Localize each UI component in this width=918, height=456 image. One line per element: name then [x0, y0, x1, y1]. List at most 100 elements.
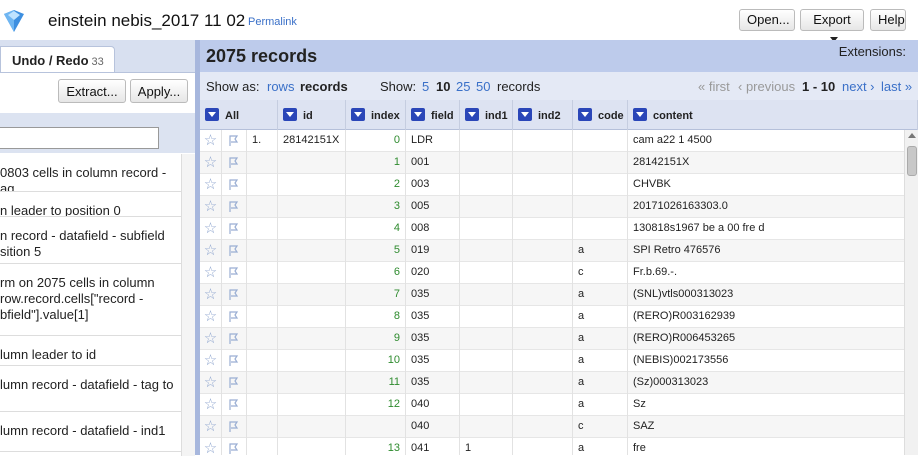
cell-index[interactable]: 6: [346, 262, 406, 284]
cell-index[interactable]: 10: [346, 350, 406, 372]
cell-index[interactable]: [346, 416, 406, 438]
cell-content[interactable]: SAZ: [628, 416, 904, 438]
history-item[interactable]: lumn record - datafield - tag to: [0, 366, 181, 412]
extract-button[interactable]: Extract...: [58, 79, 126, 103]
cell-field[interactable]: 005: [406, 196, 460, 218]
cell-id[interactable]: [278, 394, 346, 416]
grid-scrollbar[interactable]: [904, 130, 918, 455]
star-icon[interactable]: ☆: [200, 130, 222, 152]
star-icon[interactable]: ☆: [200, 372, 222, 394]
cell-code[interactable]: [573, 130, 628, 152]
cell-ind1[interactable]: [460, 416, 513, 438]
cell-ind1[interactable]: [460, 350, 513, 372]
star-icon[interactable]: ☆: [200, 438, 222, 455]
cell-content[interactable]: 130818s1967 be a 00 fre d: [628, 218, 904, 240]
cell-ind2[interactable]: [513, 218, 573, 240]
cell-content[interactable]: CHVBK: [628, 174, 904, 196]
cell-index[interactable]: 13: [346, 438, 406, 455]
star-icon[interactable]: ☆: [200, 240, 222, 262]
column-menu-dropdown-icon[interactable]: [578, 108, 592, 121]
column-header-index[interactable]: index: [346, 100, 406, 130]
star-icon[interactable]: ☆: [200, 218, 222, 240]
cell-content[interactable]: (RERO)R006453265: [628, 328, 904, 350]
column-header-ind2[interactable]: ind2: [513, 100, 573, 130]
cell-field[interactable]: 001: [406, 152, 460, 174]
mode-rows-link[interactable]: rows: [267, 79, 294, 94]
cell-ind1[interactable]: [460, 152, 513, 174]
cell-code[interactable]: a: [573, 350, 628, 372]
column-menu-dropdown-icon[interactable]: [633, 108, 647, 121]
cell-field[interactable]: LDR: [406, 130, 460, 152]
flag-icon[interactable]: [222, 196, 247, 218]
star-icon[interactable]: ☆: [200, 284, 222, 306]
cell-id[interactable]: [278, 328, 346, 350]
cell-id[interactable]: [278, 438, 346, 455]
cell-field[interactable]: 035: [406, 306, 460, 328]
cell-ind2[interactable]: [513, 262, 573, 284]
cell-field[interactable]: 003: [406, 174, 460, 196]
history-filter-input[interactable]: [0, 127, 159, 149]
star-icon[interactable]: ☆: [200, 328, 222, 350]
cell-code[interactable]: a: [573, 438, 628, 455]
cell-index[interactable]: 11: [346, 372, 406, 394]
cell-id[interactable]: [278, 350, 346, 372]
cell-code[interactable]: [573, 174, 628, 196]
cell-ind2[interactable]: [513, 196, 573, 218]
star-icon[interactable]: ☆: [200, 416, 222, 438]
cell-ind2[interactable]: [513, 328, 573, 350]
cell-content[interactable]: (Sz)000313023: [628, 372, 904, 394]
cell-id[interactable]: [278, 306, 346, 328]
cell-ind1[interactable]: [460, 372, 513, 394]
history-item[interactable]: n leader to position 0: [0, 192, 181, 217]
cell-code[interactable]: [573, 218, 628, 240]
cell-ind1[interactable]: [460, 240, 513, 262]
cell-ind2[interactable]: [513, 152, 573, 174]
cell-ind1[interactable]: [460, 262, 513, 284]
cell-ind2[interactable]: [513, 350, 573, 372]
column-header-field[interactable]: field: [406, 100, 460, 130]
cell-ind1[interactable]: [460, 130, 513, 152]
star-icon[interactable]: ☆: [200, 394, 222, 416]
cell-ind2[interactable]: [513, 416, 573, 438]
flag-icon[interactable]: [222, 262, 247, 284]
flag-icon[interactable]: [222, 438, 247, 455]
cell-index[interactable]: 3: [346, 196, 406, 218]
cell-index[interactable]: 9: [346, 328, 406, 350]
cell-content[interactable]: (RERO)R003162939: [628, 306, 904, 328]
column-menu-dropdown-icon[interactable]: [518, 108, 532, 121]
column-header-all[interactable]: All: [200, 100, 278, 130]
cell-code[interactable]: a: [573, 284, 628, 306]
cell-index[interactable]: 1: [346, 152, 406, 174]
star-icon[interactable]: ☆: [200, 152, 222, 174]
page-size-5[interactable]: 5: [422, 79, 429, 94]
cell-field[interactable]: 035: [406, 284, 460, 306]
pager-next[interactable]: next ›: [842, 79, 875, 94]
page-size-50[interactable]: 50: [476, 79, 490, 94]
cell-content[interactable]: 20171026163303.0: [628, 196, 904, 218]
cell-code[interactable]: a: [573, 306, 628, 328]
star-icon[interactable]: ☆: [200, 306, 222, 328]
scroll-up-arrow-icon[interactable]: [908, 133, 916, 138]
cell-ind1[interactable]: [460, 394, 513, 416]
cell-index[interactable]: 7: [346, 284, 406, 306]
cell-id[interactable]: [278, 174, 346, 196]
apply-button[interactable]: Apply...: [130, 79, 188, 103]
cell-id[interactable]: [278, 152, 346, 174]
cell-field[interactable]: 040: [406, 416, 460, 438]
cell-index[interactable]: 12: [346, 394, 406, 416]
history-item[interactable]: rm on 2075 cells in column row.record.ce…: [0, 264, 181, 336]
cell-field[interactable]: 035: [406, 328, 460, 350]
cell-content[interactable]: Sz: [628, 394, 904, 416]
page-size-25[interactable]: 25: [456, 79, 470, 94]
flag-icon[interactable]: [222, 218, 247, 240]
column-header-code[interactable]: code: [573, 100, 628, 130]
flag-icon[interactable]: [222, 350, 247, 372]
tab-undo-redo[interactable]: Undo / Redo 33: [0, 46, 115, 72]
column-menu-dropdown-icon[interactable]: [465, 108, 479, 121]
export-button[interactable]: Export: [800, 9, 864, 42]
cell-content[interactable]: 28142151X: [628, 152, 904, 174]
grid-scroll-thumb[interactable]: [907, 146, 917, 176]
column-header-ind1[interactable]: ind1: [460, 100, 513, 130]
column-menu-dropdown-icon[interactable]: [351, 108, 365, 121]
cell-ind2[interactable]: [513, 394, 573, 416]
